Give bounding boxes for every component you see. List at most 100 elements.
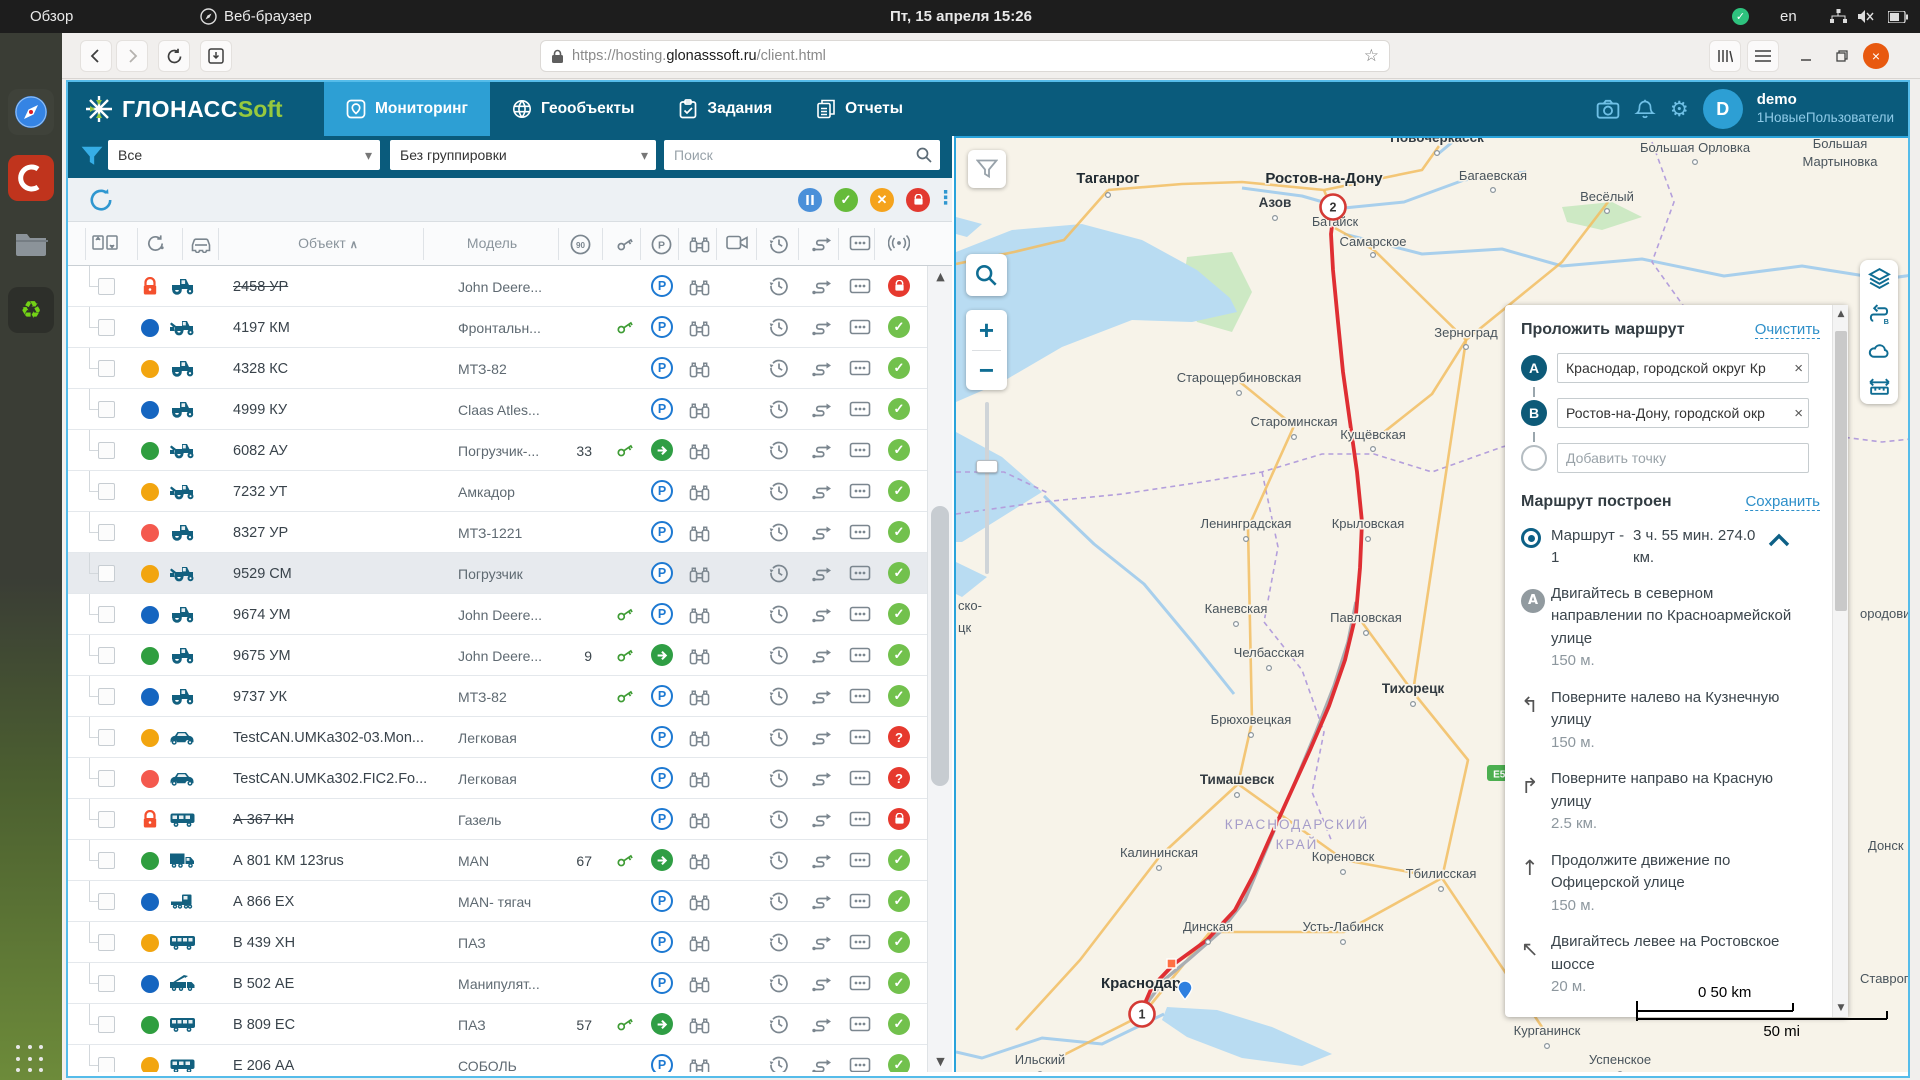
object-row[interactable]: 9674 УМJohn Deere...P✓ xyxy=(68,594,927,635)
row-checkbox[interactable] xyxy=(98,770,115,787)
point-a-input[interactable]: Краснодар, городской округ Кр× xyxy=(1557,353,1809,383)
commands-icon[interactable] xyxy=(849,1015,871,1033)
row-checkbox[interactable] xyxy=(98,729,115,746)
routes-icon[interactable] xyxy=(811,974,833,993)
library-button[interactable] xyxy=(1709,40,1741,72)
status-blocked-filter[interactable] xyxy=(906,188,930,212)
history-icon[interactable] xyxy=(769,645,789,665)
minimize-button[interactable] xyxy=(1790,40,1822,72)
row-checkbox[interactable] xyxy=(98,442,115,459)
track-binoculars-icon[interactable] xyxy=(689,646,710,666)
track-binoculars-icon[interactable] xyxy=(689,277,710,297)
object-row[interactable]: TestCAN.UMKa302-03.Mon...ЛегковаяP? xyxy=(68,717,927,758)
commands-icon[interactable] xyxy=(849,728,871,746)
clear-point-a-icon[interactable]: × xyxy=(1794,360,1803,377)
row-checkbox[interactable] xyxy=(98,565,115,582)
object-row[interactable]: В 502 АЕМанипулят...P✓ xyxy=(68,963,927,1004)
row-checkbox[interactable] xyxy=(98,893,115,910)
row-checkbox[interactable] xyxy=(98,278,115,295)
camera-icon[interactable] xyxy=(1596,98,1620,120)
routes-icon[interactable] xyxy=(811,1015,833,1034)
reload-button[interactable] xyxy=(158,40,190,72)
object-row[interactable]: В 809 ЕСПАЗ57✓ xyxy=(68,1004,927,1045)
row-checkbox[interactable] xyxy=(98,606,115,623)
status-alarm-filter[interactable]: ✕ xyxy=(870,188,894,212)
commands-icon[interactable] xyxy=(849,605,871,623)
routes-icon[interactable] xyxy=(811,318,833,337)
save-page-button[interactable] xyxy=(200,40,232,72)
row-checkbox[interactable] xyxy=(98,483,115,500)
column-routes-icon[interactable] xyxy=(811,234,833,253)
column-connection-icon[interactable] xyxy=(888,234,910,252)
track-binoculars-icon[interactable] xyxy=(689,1015,710,1035)
object-row[interactable]: А 367 КНГазельP xyxy=(68,799,927,840)
history-icon[interactable] xyxy=(769,768,789,788)
history-icon[interactable] xyxy=(769,891,789,911)
column-commands-icon[interactable] xyxy=(849,234,871,252)
commands-icon[interactable] xyxy=(849,892,871,910)
zoom-in-button[interactable]: + xyxy=(967,311,1007,350)
column-object[interactable]: Объект ∧ xyxy=(233,235,423,251)
filter-funnel-icon[interactable] xyxy=(80,145,104,167)
column-model[interactable]: Модель xyxy=(428,235,556,251)
close-button[interactable]: × xyxy=(1860,40,1892,72)
object-row[interactable]: 6082 АУПогрузчик-...33✓ xyxy=(68,430,927,471)
active-app-menu[interactable]: Веб-браузер xyxy=(200,0,312,33)
track-binoculars-icon[interactable] xyxy=(689,810,710,830)
commands-icon[interactable] xyxy=(849,359,871,377)
history-icon[interactable] xyxy=(769,686,789,706)
history-icon[interactable] xyxy=(769,727,789,747)
track-binoculars-icon[interactable] xyxy=(689,851,710,871)
row-checkbox[interactable] xyxy=(98,975,115,992)
history-icon[interactable] xyxy=(769,1055,789,1072)
map-filter-button[interactable] xyxy=(968,150,1006,188)
track-binoculars-icon[interactable] xyxy=(689,728,710,748)
routes-icon[interactable] xyxy=(811,441,833,460)
weather-icon[interactable] xyxy=(1860,332,1898,368)
commands-icon[interactable] xyxy=(849,482,871,500)
object-row[interactable]: 9737 УКМТЗ-82P✓ xyxy=(68,676,927,717)
os-clock[interactable]: Пт, 15 апреля 15:26 xyxy=(890,0,1032,33)
row-checkbox[interactable] xyxy=(98,852,115,869)
commands-icon[interactable] xyxy=(849,769,871,787)
routes-icon[interactable] xyxy=(811,728,833,747)
grouping-select[interactable]: Без группировки▾ xyxy=(390,140,656,170)
history-icon[interactable] xyxy=(769,604,789,624)
history-icon[interactable] xyxy=(769,522,789,542)
commands-icon[interactable] xyxy=(849,646,871,664)
history-icon[interactable] xyxy=(769,563,789,583)
object-row[interactable]: TestCAN.UMKa302.FIC2.Fo...ЛегковаяP? xyxy=(68,758,927,799)
row-checkbox[interactable] xyxy=(98,688,115,705)
commands-icon[interactable] xyxy=(849,400,871,418)
forward-button[interactable] xyxy=(116,40,148,72)
clear-route-link[interactable]: Очистить xyxy=(1755,321,1820,339)
save-route-link[interactable]: Сохранить xyxy=(1745,493,1820,511)
history-icon[interactable] xyxy=(769,1014,789,1034)
split-columns-icon[interactable] xyxy=(92,234,118,251)
row-checkbox[interactable] xyxy=(98,811,115,828)
menu-button[interactable] xyxy=(1747,40,1779,72)
point-b-input[interactable]: Ростов-на-Дону, городской окр× xyxy=(1557,398,1809,428)
search-icon[interactable] xyxy=(916,147,932,163)
track-binoculars-icon[interactable] xyxy=(689,523,710,543)
routes-icon[interactable] xyxy=(811,646,833,665)
zoom-slider-handle[interactable] xyxy=(976,460,998,473)
history-icon[interactable] xyxy=(769,973,789,993)
map-area[interactable]: E50НовочеркасскРостов-на-ДонуТаганрогБаг… xyxy=(954,136,1908,1072)
row-checkbox[interactable] xyxy=(98,647,115,664)
commands-icon[interactable] xyxy=(849,687,871,705)
object-row[interactable]: Е 206 ААСОБОЛЬP✓ xyxy=(68,1045,927,1072)
track-binoculars-icon[interactable] xyxy=(689,605,710,625)
table-scrollbar[interactable]: ▲ ▼ xyxy=(927,266,952,1072)
bookmark-star-icon[interactable]: ☆ xyxy=(1364,46,1379,66)
objects-filter-select[interactable]: Все▾ xyxy=(108,140,380,170)
dock-green-app-icon[interactable]: ♻ xyxy=(8,287,54,333)
track-binoculars-icon[interactable] xyxy=(689,769,710,789)
commands-icon[interactable] xyxy=(849,851,871,869)
dock-red-app-icon[interactable] xyxy=(8,155,54,201)
history-icon[interactable] xyxy=(769,276,789,296)
status-ok-filter[interactable]: ✓ xyxy=(834,188,858,212)
object-row[interactable]: В 439 ХНПАЗP✓ xyxy=(68,922,927,963)
object-row[interactable]: 7232 УТАмкадорP✓ xyxy=(68,471,927,512)
history-icon[interactable] xyxy=(769,317,789,337)
